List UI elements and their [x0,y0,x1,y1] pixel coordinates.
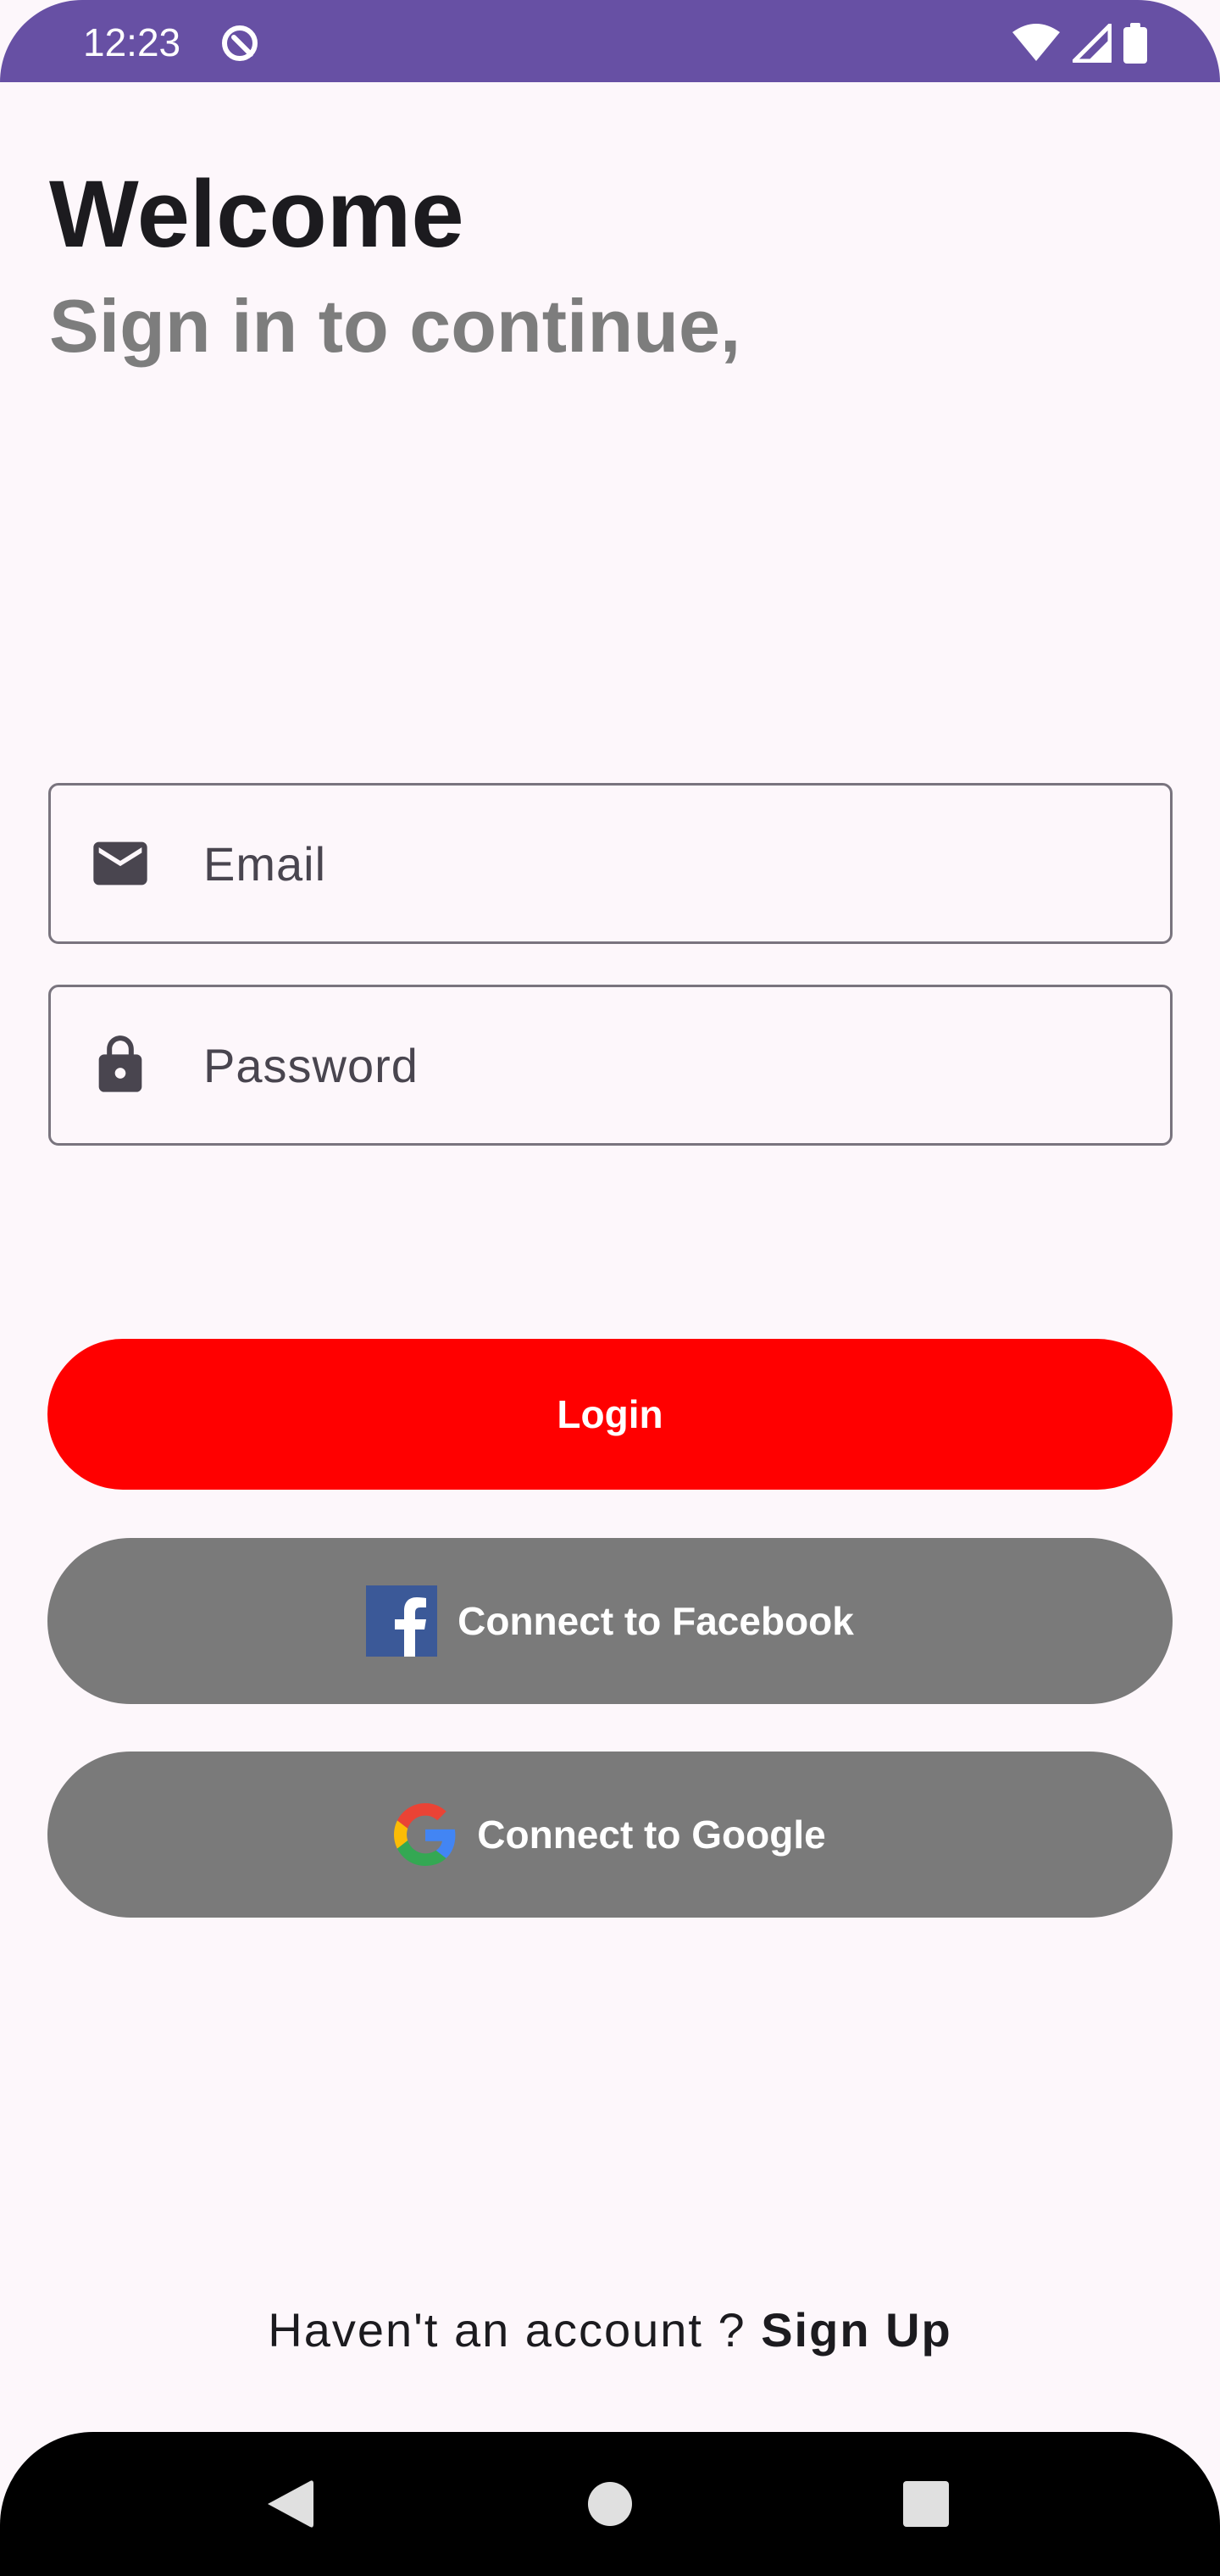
facebook-icon [366,1585,438,1657]
signal-icon [1073,24,1112,63]
connect-google-button[interactable]: Connect to Google [47,1752,1173,1918]
email-input[interactable] [203,786,1135,941]
lock-icon [98,1035,142,1092]
navigation-bar [0,2432,1220,2576]
email-field[interactable] [48,783,1173,944]
signup-prompt: Haven't an account ? Sign Up [0,2296,1220,2364]
home-icon[interactable] [586,2480,634,2528]
login-screen: 12:23 Welcome Sign in to continue, Email… [0,0,1220,2576]
connect-facebook-button[interactable]: Connect to Facebook [47,1538,1173,1704]
back-icon[interactable] [264,2478,313,2530]
status-time: 12:23 [83,20,181,64]
wifi-icon [1012,24,1060,61]
login-button[interactable]: Login [47,1339,1173,1490]
status-icons [1012,22,1147,64]
signup-prompt-text: Haven't an account ? [268,2303,762,2357]
app-notification-icon [222,25,258,61]
signup-link[interactable]: Sign Up [761,2303,952,2357]
mail-icon [93,841,147,886]
page-title: Welcome [49,161,464,267]
password-field[interactable] [48,985,1173,1146]
google-icon [394,1803,456,1866]
page-subtitle: Sign in to continue, [49,284,741,368]
connect-google-label: Connect to Google [477,1813,826,1857]
status-bar: 12:23 [0,0,1220,82]
connect-facebook-label: Connect to Facebook [458,1599,854,1643]
login-button-label: Login [557,1392,663,1436]
password-input[interactable] [203,987,1135,1143]
recents-icon[interactable] [903,2481,949,2527]
battery-icon [1123,23,1147,64]
